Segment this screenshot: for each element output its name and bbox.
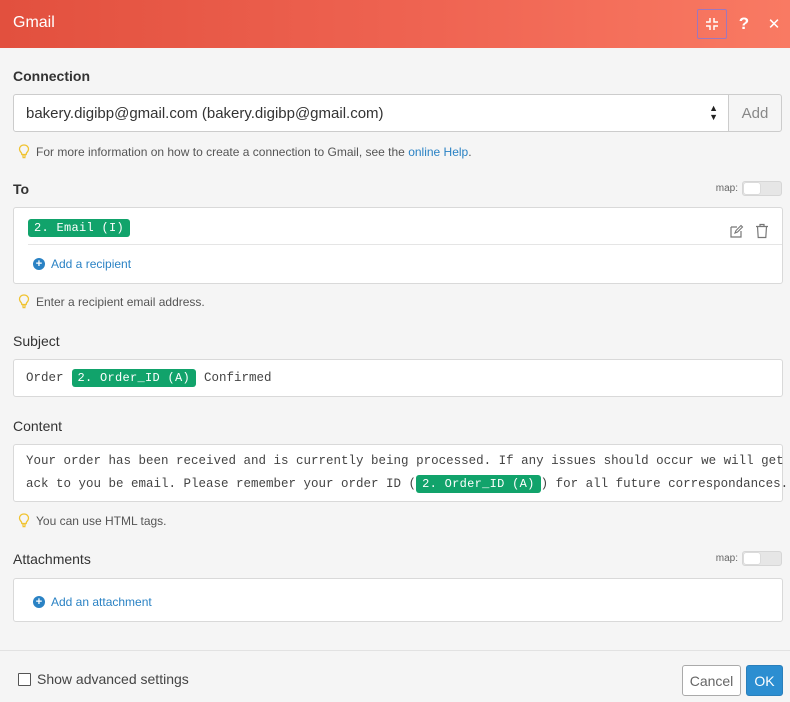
add-recipient-label: Add a recipient bbox=[51, 257, 132, 271]
dialog-title: Gmail bbox=[13, 14, 55, 31]
dialog-header: Gmail ? ✕ bbox=[0, 0, 790, 48]
lightbulb-icon bbox=[18, 294, 30, 309]
subject-label: Subject bbox=[13, 333, 60, 349]
select-arrows-icon: ▲ ▼ bbox=[709, 103, 718, 122]
collapse-icon bbox=[706, 18, 718, 30]
advanced-settings-toggle[interactable]: Show advanced settings bbox=[18, 671, 189, 687]
content-line-1: Your order has been received and is curr… bbox=[26, 454, 790, 468]
add-connection-button[interactable]: Add bbox=[728, 94, 782, 132]
collapse-button[interactable] bbox=[697, 9, 727, 39]
add-attachment-label: Add an attachment bbox=[51, 595, 152, 609]
divider bbox=[28, 244, 782, 245]
connection-hint: For more information on how to create a … bbox=[18, 144, 472, 159]
order-id-pill[interactable]: 2. Order_ID (A) bbox=[71, 369, 197, 387]
map-label: map: bbox=[715, 183, 738, 194]
content-line-2-prefix: ack to you be email. Please remember you… bbox=[26, 477, 417, 491]
advanced-settings-checkbox[interactable] bbox=[18, 672, 31, 686]
toggle-knob bbox=[744, 183, 760, 194]
online-help-link[interactable]: online Help bbox=[408, 145, 468, 159]
lightbulb-icon bbox=[18, 513, 30, 528]
content-order-id-pill[interactable]: 2. Order_ID (A) bbox=[416, 475, 541, 493]
subject-suffix: Confirmed bbox=[204, 371, 272, 385]
cancel-button[interactable]: Cancel bbox=[682, 665, 741, 696]
add-attachment-button[interactable]: + Add an attachment bbox=[33, 595, 152, 609]
recipient-hint: Enter a recipient email address. bbox=[18, 294, 205, 309]
attachments-label: Attachments bbox=[13, 551, 91, 567]
map-label: map: bbox=[715, 553, 738, 564]
attachments-map-toggle[interactable]: map: bbox=[716, 551, 782, 566]
edit-icon[interactable] bbox=[729, 224, 744, 239]
connection-select[interactable]: bakery.digibp@gmail.com (bakery.digibp@g… bbox=[13, 94, 729, 132]
advanced-settings-label: Show advanced settings bbox=[37, 671, 189, 687]
hint-end: . bbox=[468, 144, 472, 159]
toggle-knob bbox=[744, 553, 760, 564]
content-hint-text: You can use HTML tags. bbox=[36, 513, 167, 528]
to-map-toggle[interactable]: map: bbox=[716, 181, 782, 196]
ok-button[interactable]: OK bbox=[746, 665, 783, 696]
attachments-panel: + Add an attachment bbox=[13, 578, 783, 622]
plus-circle-icon: + bbox=[33, 596, 45, 608]
lightbulb-icon bbox=[18, 144, 30, 159]
content-line-2-suffix: ) for all future correspondances. bbox=[540, 477, 789, 491]
close-button[interactable]: ✕ bbox=[759, 9, 789, 39]
plus-circle-icon: + bbox=[33, 258, 45, 270]
dialog-footer: Show advanced settings Cancel OK bbox=[0, 650, 790, 702]
subject-input[interactable]: Order 2. Order_ID (A) Confirmed bbox=[13, 359, 783, 397]
recipient-pill[interactable]: 2. Email (I) bbox=[28, 219, 131, 238]
content-textarea[interactable]: Your order has been received and is curr… bbox=[13, 444, 790, 502]
connection-label: Connection bbox=[13, 68, 90, 84]
toggle-switch[interactable] bbox=[742, 181, 782, 196]
connection-value: bakery.digibp@gmail.com (bakery.digibp@g… bbox=[26, 105, 384, 122]
connection-hint-text: For more information on how to create a … bbox=[36, 144, 409, 159]
to-label: To bbox=[13, 181, 30, 197]
trash-icon[interactable] bbox=[755, 223, 769, 239]
subject-prefix: Order bbox=[26, 371, 64, 385]
toggle-switch[interactable] bbox=[742, 551, 782, 566]
content-label: Content bbox=[13, 418, 63, 434]
add-recipient-button[interactable]: + Add a recipient bbox=[33, 257, 131, 271]
content-hint: You can use HTML tags. bbox=[18, 513, 167, 528]
recipient-hint-text: Enter a recipient email address. bbox=[36, 294, 205, 309]
recipient-item[interactable]: 2. Email (I) bbox=[28, 219, 131, 238]
recipients-panel: 2. Email (I) + Add a recipient bbox=[13, 207, 783, 284]
help-button[interactable]: ? bbox=[729, 9, 759, 39]
